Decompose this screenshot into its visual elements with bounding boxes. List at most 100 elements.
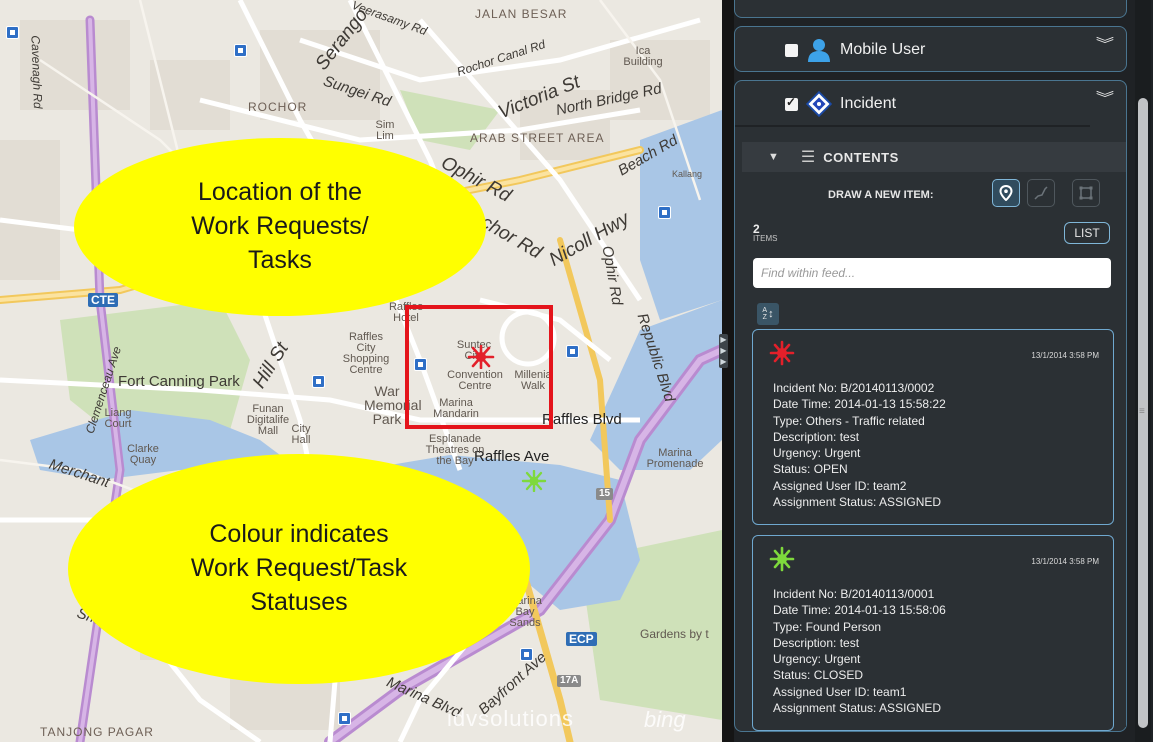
item-detail-line: Assigned User ID: team2 [773,478,907,493]
item-detail-line: Type: Others - Traffic related [773,413,925,428]
layer-contents: ▼ ☰ CONTENTS DRAW A NEW ITEM: 2 ITEMS LI… [742,127,1126,731]
layer-card-mobile-user[interactable]: Mobile User ︾ [734,26,1127,72]
bubble-bottom-line-2: Work Request/Task [190,554,408,583]
list-view-button[interactable]: LIST [1064,222,1110,244]
contents-header[interactable]: ▼ ☰ CONTENTS [742,142,1126,172]
polyline-icon [1034,186,1048,200]
bing-logo: bing [644,707,686,732]
map-label-raffles-blvd: Raffles Blvd [542,411,622,428]
list-icon: ☰ [800,149,816,166]
collapse-chevron-icon[interactable]: ︾ [1096,91,1114,105]
status-open-star-icon [769,340,795,366]
item-detail-line: Type: Found Person [773,619,882,634]
feed-item-card[interactable]: 13/1/2014 3:58 PM Incident No: B/2014011… [752,329,1114,525]
map-label-kallang: Kallang [672,169,703,179]
bubble-bottom-line-3: Statuses [250,587,348,616]
cte-shield: CTE [88,293,118,307]
item-count-label: ITEMS [753,234,778,243]
feed-item-card[interactable]: 13/1/2014 3:58 PM Incident No: B/2014011… [752,535,1114,731]
item-detail-line: Description: test [773,635,860,650]
item-detail-line: Assignment Status: ASSIGNED [773,701,942,716]
item-detail-line: Urgency: Urgent [773,446,861,461]
map-label-ica: Ica Building [623,45,663,68]
map-label-marina-promenade: Marina Promenade [646,447,704,470]
item-detail-line: Status: CLOSED [773,668,864,683]
poi-icon[interactable] [658,206,671,219]
map-label-rochor: ROCHOR [248,100,308,114]
item-detail-line: Incident No: B/20140113/0001 [773,587,935,601]
annotation-bubble-status: Colour indicates Work Request/Task Statu… [68,454,530,684]
item-details: Incident No: B/20140113/0001 Date Time: … [773,586,946,716]
item-details: Incident No: B/20140113/0002 Date Time: … [773,380,946,510]
item-timestamp: 13/1/2014 3:58 PM [1031,557,1099,566]
panel-splitter[interactable] [722,0,734,742]
layer-checkbox-mobile-user[interactable] [785,43,798,57]
poi-icon[interactable] [520,648,533,661]
draw-point-button[interactable] [992,179,1020,207]
map-view[interactable]: JALAN BESAR ROCHOR ARAB STREET AREA TANJ… [0,0,722,742]
status-closed-star-icon [769,546,795,572]
expand-chevron-icon[interactable]: ︾ [1096,37,1114,51]
item-detail-line: Assigned User ID: team1 [773,684,907,699]
map-label-city-hall: City Hall [291,423,311,446]
map-label-sim-lim: Sim Lim [375,119,395,142]
item-detail-line: Incident No: B/20140113/0002 [773,381,935,395]
item-detail-line: Date Time: 2014-01-13 15:58:22 [773,397,946,412]
map-label-funan: Funan Digitalife Mall [246,403,290,437]
map-label-tanjong-pagar: TANJONG PAGAR [40,725,154,739]
route-17a-shield: 17A [557,675,582,687]
layer-header[interactable]: Mobile User ︾ [735,27,1126,73]
layer-card-previous [734,0,1127,18]
map-label-liang-court: Liang Court [104,407,132,430]
layer-card-incident[interactable]: Incident ︾ ▼ ☰ CONTENTS DRAW A NEW ITEM: [734,80,1127,732]
draw-toolbar: DRAW A NEW ITEM: [742,179,1126,211]
layer-checkbox-incident[interactable] [785,95,798,111]
map-pin-icon [999,185,1013,201]
incident-diamond-icon [806,90,832,118]
contents-title: CONTENTS [823,149,899,165]
incident-marker-closed-icon[interactable] [521,470,547,492]
map-label-gardens-by: Gardens by t [640,627,709,641]
map-label-jalan-besar: JALAN BESAR [475,7,568,21]
poi-icon[interactable] [6,26,19,39]
map-label-esplanade: Esplanade Theatres on the Bay [425,433,485,467]
item-timestamp: 13/1/2014 3:58 PM [1031,351,1099,360]
map-label-arab-street: ARAB STREET AREA [470,131,605,145]
item-detail-line: Urgency: Urgent [773,652,861,667]
incident-marker-open-icon[interactable] [466,345,496,369]
route-15-shield: 15 [596,488,614,500]
bubble-top-line-1: Location of the [197,178,362,207]
item-detail-line: Description: test [773,429,860,444]
layer-title-mobile-user: Mobile User [840,41,926,58]
layers-panel: Mobile User ︾ Incident ︾ ▼ ☰ CONTENTS [734,0,1153,742]
item-detail-line: Status: OPEN [773,462,848,477]
layer-header[interactable]: Incident ︾ [735,81,1126,127]
map-label-cavenagh: Cavenagh Rd [28,35,45,109]
poi-icon[interactable] [566,345,579,358]
poi-icon[interactable] [338,712,351,725]
map-label-raffles-city: Raffles City Shopping Centre [342,331,390,376]
bubble-top-line-3: Tasks [248,245,312,274]
map-label-clarke-quay: Clarke Quay [127,443,159,466]
sort-az-icon[interactable]: A Z ↕ [757,303,779,325]
idv-watermark: idvsolutions [447,706,574,731]
draw-line-button[interactable] [1027,179,1055,207]
collapse-panel-handle[interactable]: ▶ ▶ ▶ [719,334,728,368]
poi-icon[interactable] [312,375,325,388]
annotation-bubble-location: Location of the Work Requests/ Tasks [74,138,486,316]
draw-label: DRAW A NEW ITEM: [828,189,934,201]
bubble-top-line-2: Work Requests/ [191,212,369,241]
layer-title-incident: Incident [840,95,897,112]
poi-icon[interactable] [234,44,247,57]
ecp-shield: ECP [566,632,597,646]
panel-scrollbar-thumb[interactable] [1138,98,1148,728]
polygon-icon [1079,186,1093,200]
draw-polygon-button[interactable] [1072,179,1100,207]
item-detail-line: Date Time: 2014-01-13 15:58:06 [773,603,946,618]
item-detail-line: Assignment Status: ASSIGNED [773,495,942,510]
person-icon [806,37,832,63]
collapse-triangle-icon[interactable]: ▼ [768,151,779,163]
bubble-bottom-line-1: Colour indicates [209,520,389,549]
find-within-feed-input[interactable] [753,258,1111,288]
map-label-fort-canning: Fort Canning Park [118,373,240,390]
